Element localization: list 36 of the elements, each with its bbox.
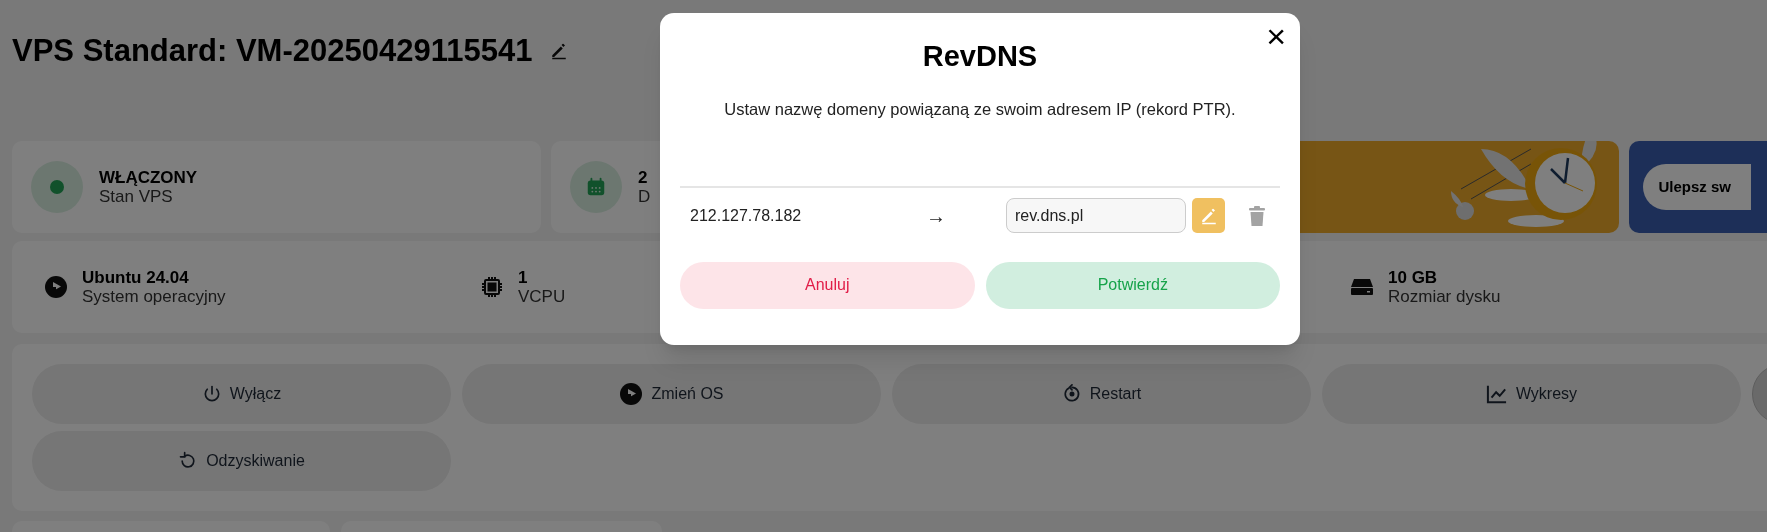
spec-value: 1	[518, 268, 529, 287]
action-button[interactable]: Wyłącz	[32, 364, 451, 424]
pencil-icon	[1199, 206, 1218, 225]
status-label: D	[637, 187, 651, 206]
close-button[interactable]: ×	[1266, 19, 1286, 53]
disc-icon	[44, 275, 68, 299]
dialog-title: RevDNS	[922, 39, 1038, 74]
dialog-description: Ustaw nazwę domeny powiązaną ze swoim adresem IP (rekord PTR).	[723, 99, 1237, 120]
arrow-symbol: →	[926, 203, 947, 229]
domain-input[interactable]: rev.dns.pl	[1006, 198, 1186, 234]
action-button[interactable]: Odzyskiwanie	[32, 431, 451, 491]
status-label: Stan VPS	[99, 187, 174, 206]
restart-icon	[1061, 384, 1082, 404]
spec-label: VCPU	[518, 287, 566, 306]
status-dot-icon	[49, 179, 65, 195]
line-chart-icon	[1485, 384, 1508, 404]
spec-value: Ubuntu 24.04	[82, 268, 190, 287]
disc-icon	[619, 382, 644, 406]
confirm-button[interactable]: Potwierdź	[985, 261, 1280, 309]
spec-label: System operacyjny	[82, 287, 226, 306]
status-value: 2	[637, 168, 649, 187]
action-button[interactable]: Wykresy	[1322, 364, 1741, 424]
ip-address: 212.127.78.182	[690, 205, 803, 226]
cancel-button[interactable]: Anuluj	[680, 261, 975, 309]
status-value: WŁĄCZONY	[99, 168, 198, 187]
spec-value: 10 GB	[1388, 268, 1439, 287]
action-button[interactable]: Zmień OS	[462, 364, 881, 424]
page-title: VPS Standard: VM-20250429115541	[12, 34, 533, 68]
pencil-icon[interactable]	[550, 42, 569, 60]
hard-drive-icon	[1350, 276, 1374, 298]
edit-button[interactable]	[1192, 198, 1225, 234]
trash-icon[interactable]	[1249, 205, 1265, 226]
spec-label: Rozmiar dysku	[1388, 287, 1501, 306]
chip-icon	[480, 275, 504, 299]
action-button[interactable]: Restart	[892, 364, 1311, 424]
upgrade-button[interactable]: Ulepsz sw	[1642, 164, 1752, 210]
